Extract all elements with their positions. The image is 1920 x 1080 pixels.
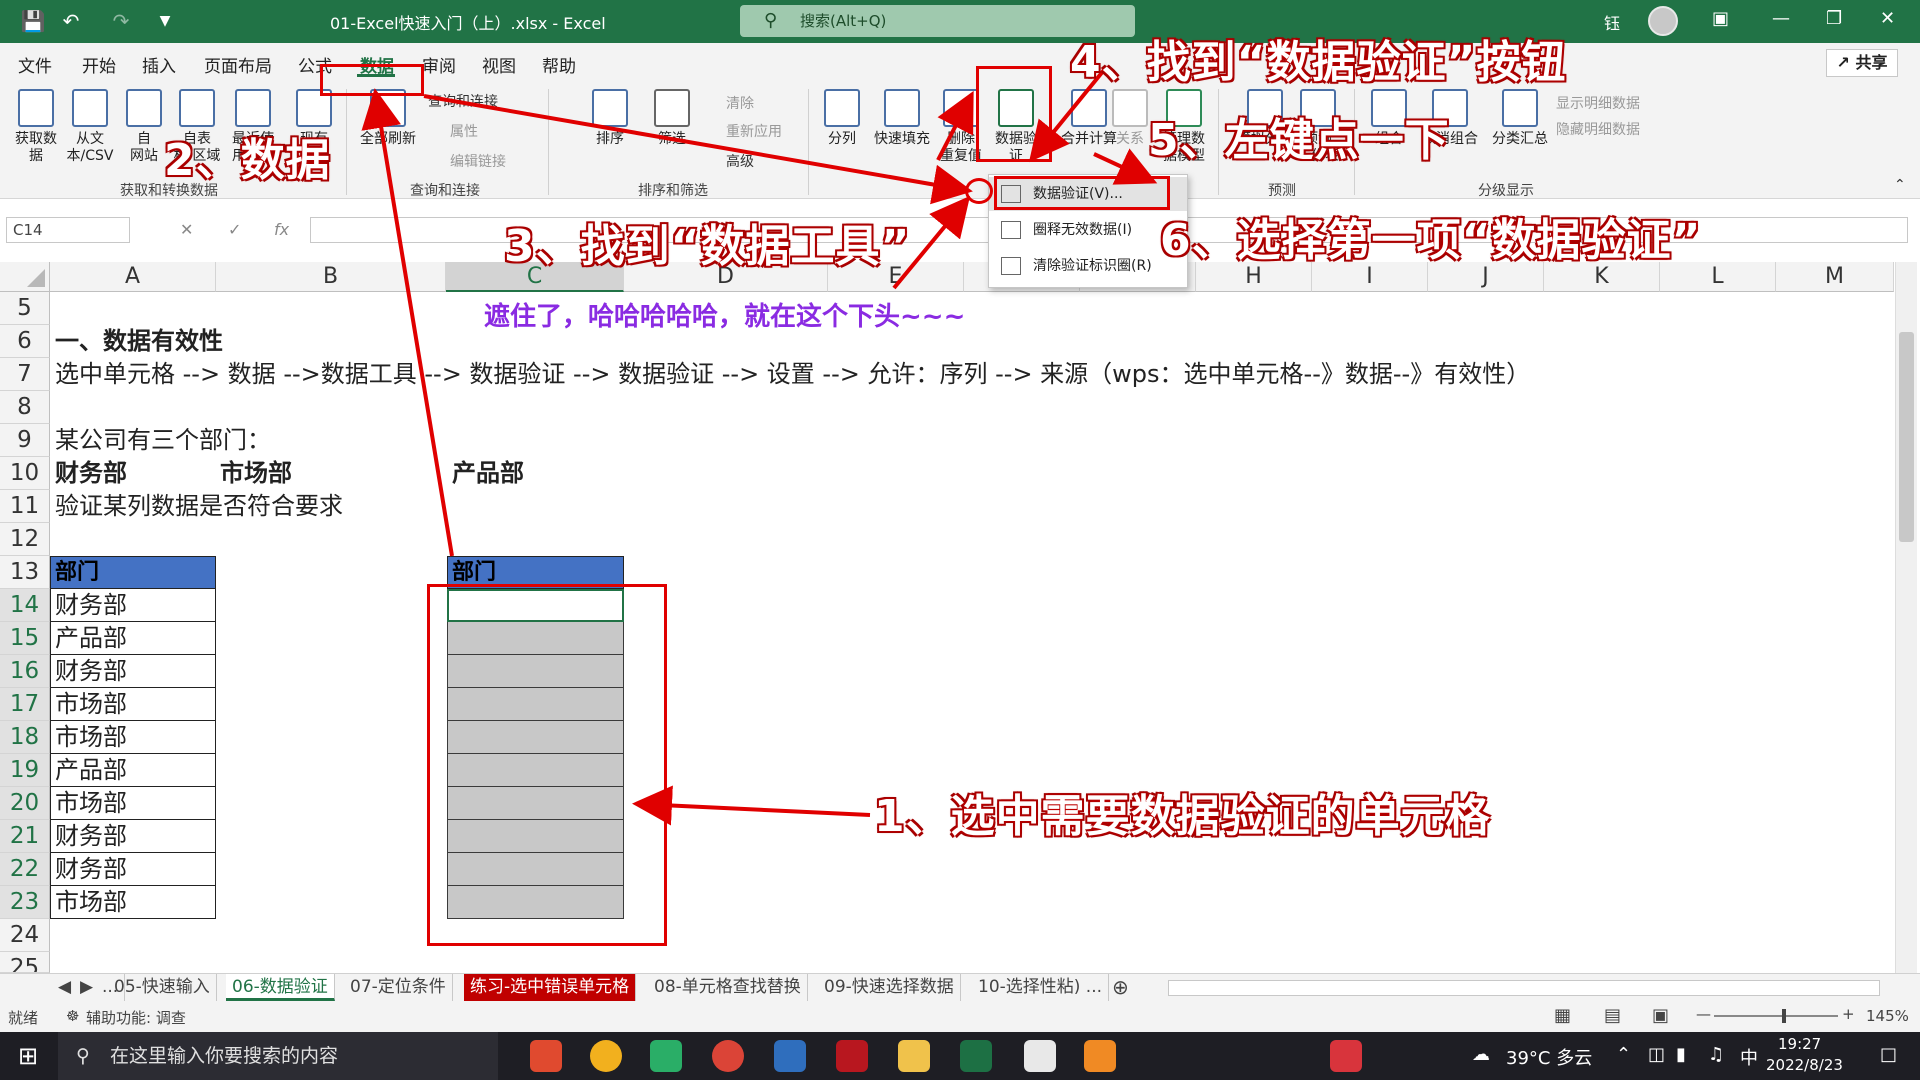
annotation-step2: 2、数据: [164, 135, 331, 186]
arrow-step6: [1093, 148, 1158, 185]
annotation-step6: 6、选择第一项“数据验证”: [1160, 215, 1702, 266]
annotation-step1: 1、选中需要数据验证的单元格: [874, 791, 1491, 842]
annotation-step5: 5、左键点一下: [1148, 115, 1450, 166]
annotation-step3: 3、找到“数据工具”: [504, 221, 911, 272]
annotation-note: 遮住了，哈哈哈哈哈，就在这个下头~~~: [484, 302, 966, 332]
arrow-step5: [936, 90, 974, 161]
annotation-step4: 4、找到“数据验证”按钮: [1070, 37, 1567, 88]
arrow-to-dialog: [423, 94, 973, 205]
arrow-step2: [361, 88, 454, 557]
arrow-step1: [632, 785, 871, 826]
